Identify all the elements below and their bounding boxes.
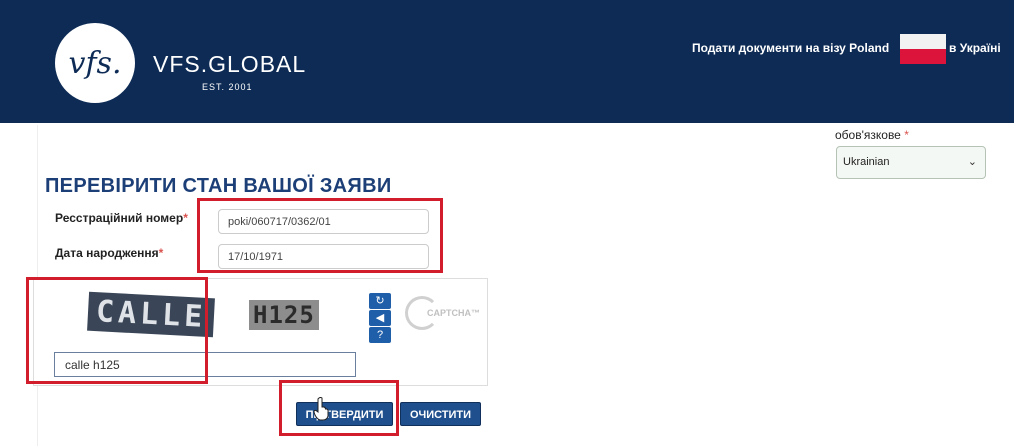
audio-icon[interactable]: ◀ xyxy=(369,310,391,326)
logo-text: vfs. xyxy=(68,45,122,81)
highlight-fields-box xyxy=(197,198,443,273)
refresh-icon[interactable]: ↻ xyxy=(369,293,391,309)
clear-button[interactable]: ОЧИСТИТИ xyxy=(400,402,481,426)
site-header: vfs. VFS.GLOBAL EST. 2001 Подати докумен… xyxy=(0,0,1014,123)
brand-established: EST. 2001 xyxy=(202,82,253,92)
required-mark: * xyxy=(904,128,909,142)
language-select[interactable]: Ukrainian ⌄ xyxy=(836,146,986,179)
captcha-number-image: H125 xyxy=(249,300,319,330)
reg-number-label: Ресстраційний номер* xyxy=(55,211,188,225)
header-country-text: в Україні xyxy=(949,41,1001,55)
recaptcha-logo: CAPTCHA™ xyxy=(405,296,483,332)
recaptcha-text: CAPTCHA™ xyxy=(427,308,480,318)
help-icon[interactable]: ? xyxy=(369,327,391,343)
language-select-value: Ukrainian xyxy=(843,156,890,168)
brand-name: VFS.GLOBAL xyxy=(153,51,307,77)
vfs-logo[interactable]: vfs. xyxy=(55,23,135,103)
page-title: ПЕРЕВІРИТИ СТАН ВАШОЇ ЗАЯВИ xyxy=(45,175,392,197)
poland-flag-icon xyxy=(900,34,946,64)
hand-cursor-icon xyxy=(313,397,329,421)
language-label: обов'язкове * xyxy=(835,128,909,142)
chevron-down-icon: ⌄ xyxy=(967,156,977,168)
birth-date-label: Дата народження* xyxy=(55,246,164,260)
highlight-submit-box xyxy=(279,380,399,436)
highlight-captcha-box xyxy=(26,277,208,384)
header-visa-text: Подати документи на візу Poland xyxy=(692,41,890,55)
